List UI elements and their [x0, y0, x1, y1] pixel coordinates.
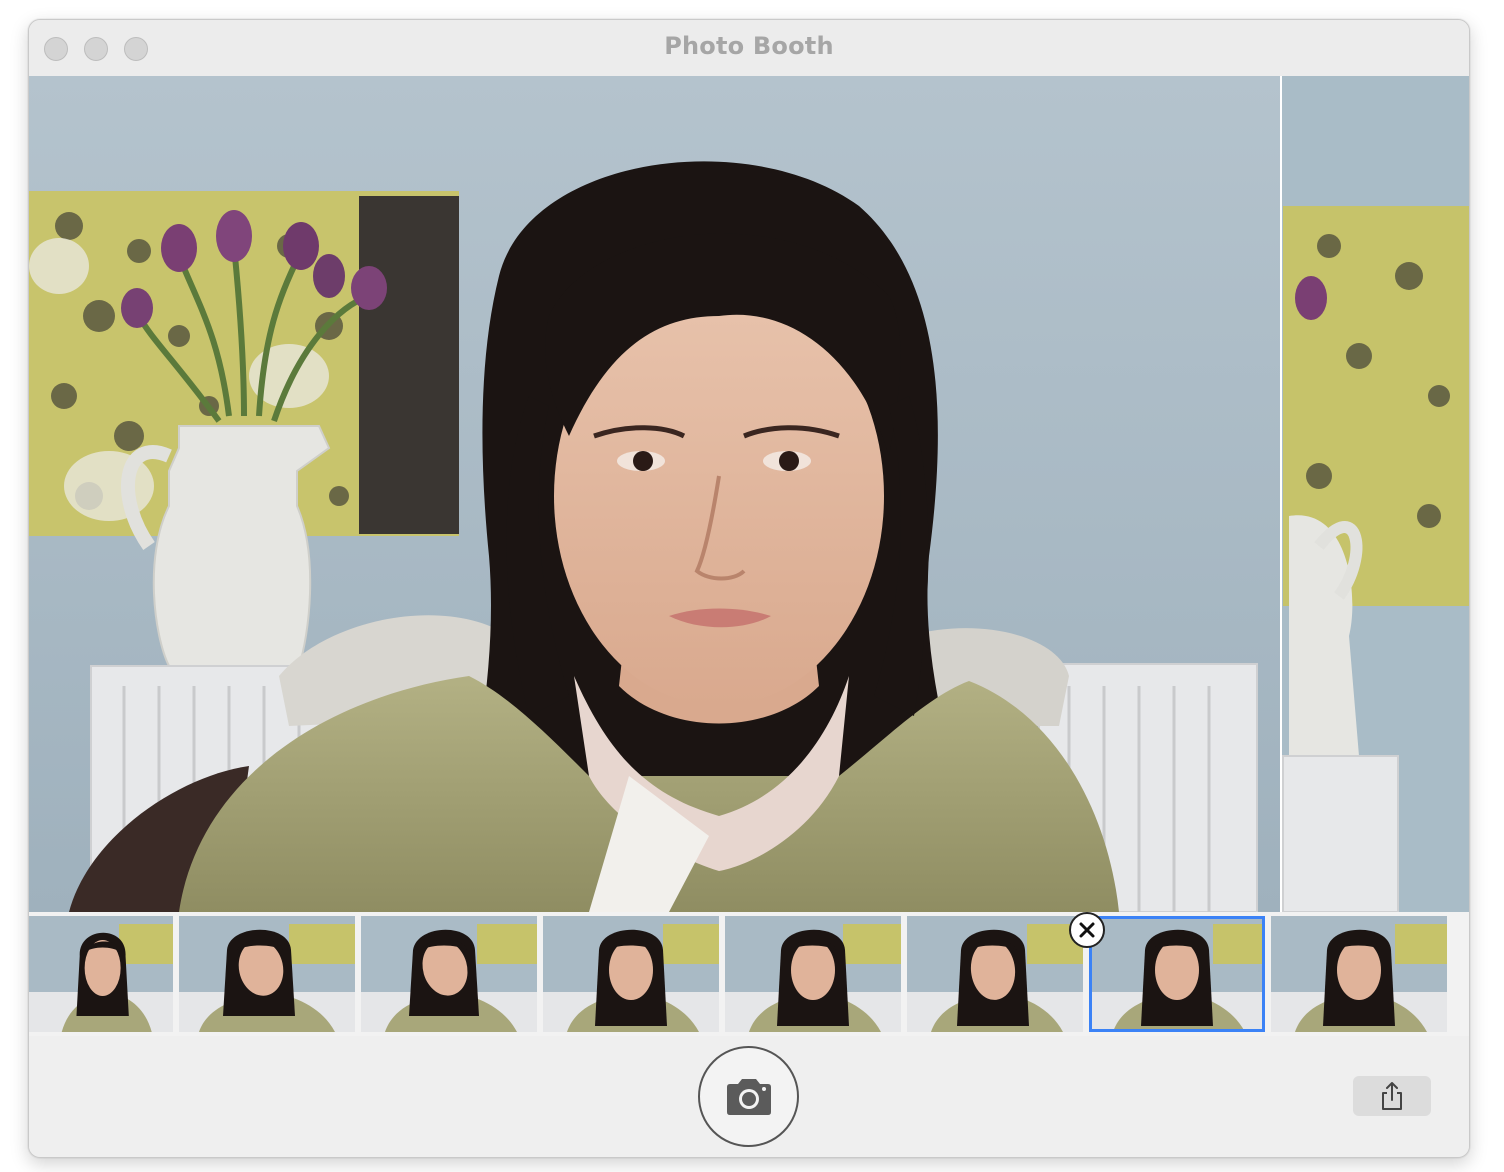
- photo-thumbnail-image: [907, 916, 1083, 1032]
- share-icon: [1382, 1082, 1402, 1110]
- photo-thumbnail-6[interactable]: [907, 916, 1083, 1032]
- photo-thumbnail-image: [179, 916, 355, 1032]
- photo-thumbnail-3[interactable]: [361, 916, 537, 1032]
- photo-filmstrip[interactable]: [29, 912, 1469, 1036]
- photo-thumbnail-image: [543, 916, 719, 1032]
- camera-preview: [29, 76, 1469, 912]
- photo-thumbnail-image: [1089, 916, 1265, 1032]
- photo-thumbnail-2[interactable]: [179, 916, 355, 1032]
- camera-icon: [726, 1078, 771, 1115]
- photo-thumbnail-image: [29, 916, 173, 1032]
- photo-thumbnail-4[interactable]: [543, 916, 719, 1032]
- photo-thumbnail-5[interactable]: [725, 916, 901, 1032]
- photo-thumbnail-7-selected[interactable]: [1089, 916, 1265, 1032]
- share-button[interactable]: [1353, 1076, 1431, 1116]
- photo-thumbnail-image: [725, 916, 901, 1032]
- bottom-toolbar: [29, 1036, 1469, 1157]
- delete-photo-button[interactable]: [1069, 912, 1105, 948]
- camera-preview-image: [29, 76, 1469, 912]
- photo-thumbnail-image: [361, 916, 537, 1032]
- title-bar[interactable]: Photo Booth: [29, 20, 1469, 77]
- photo-thumbnail-1[interactable]: [29, 916, 173, 1032]
- window-title: Photo Booth: [664, 32, 834, 60]
- photo-thumbnail-8[interactable]: [1271, 916, 1447, 1032]
- close-x-icon: [1079, 922, 1095, 938]
- photo-booth-window: Photo Booth: [28, 19, 1470, 1158]
- photo-thumbnail-image: [1271, 916, 1447, 1032]
- take-photo-button[interactable]: [698, 1046, 799, 1147]
